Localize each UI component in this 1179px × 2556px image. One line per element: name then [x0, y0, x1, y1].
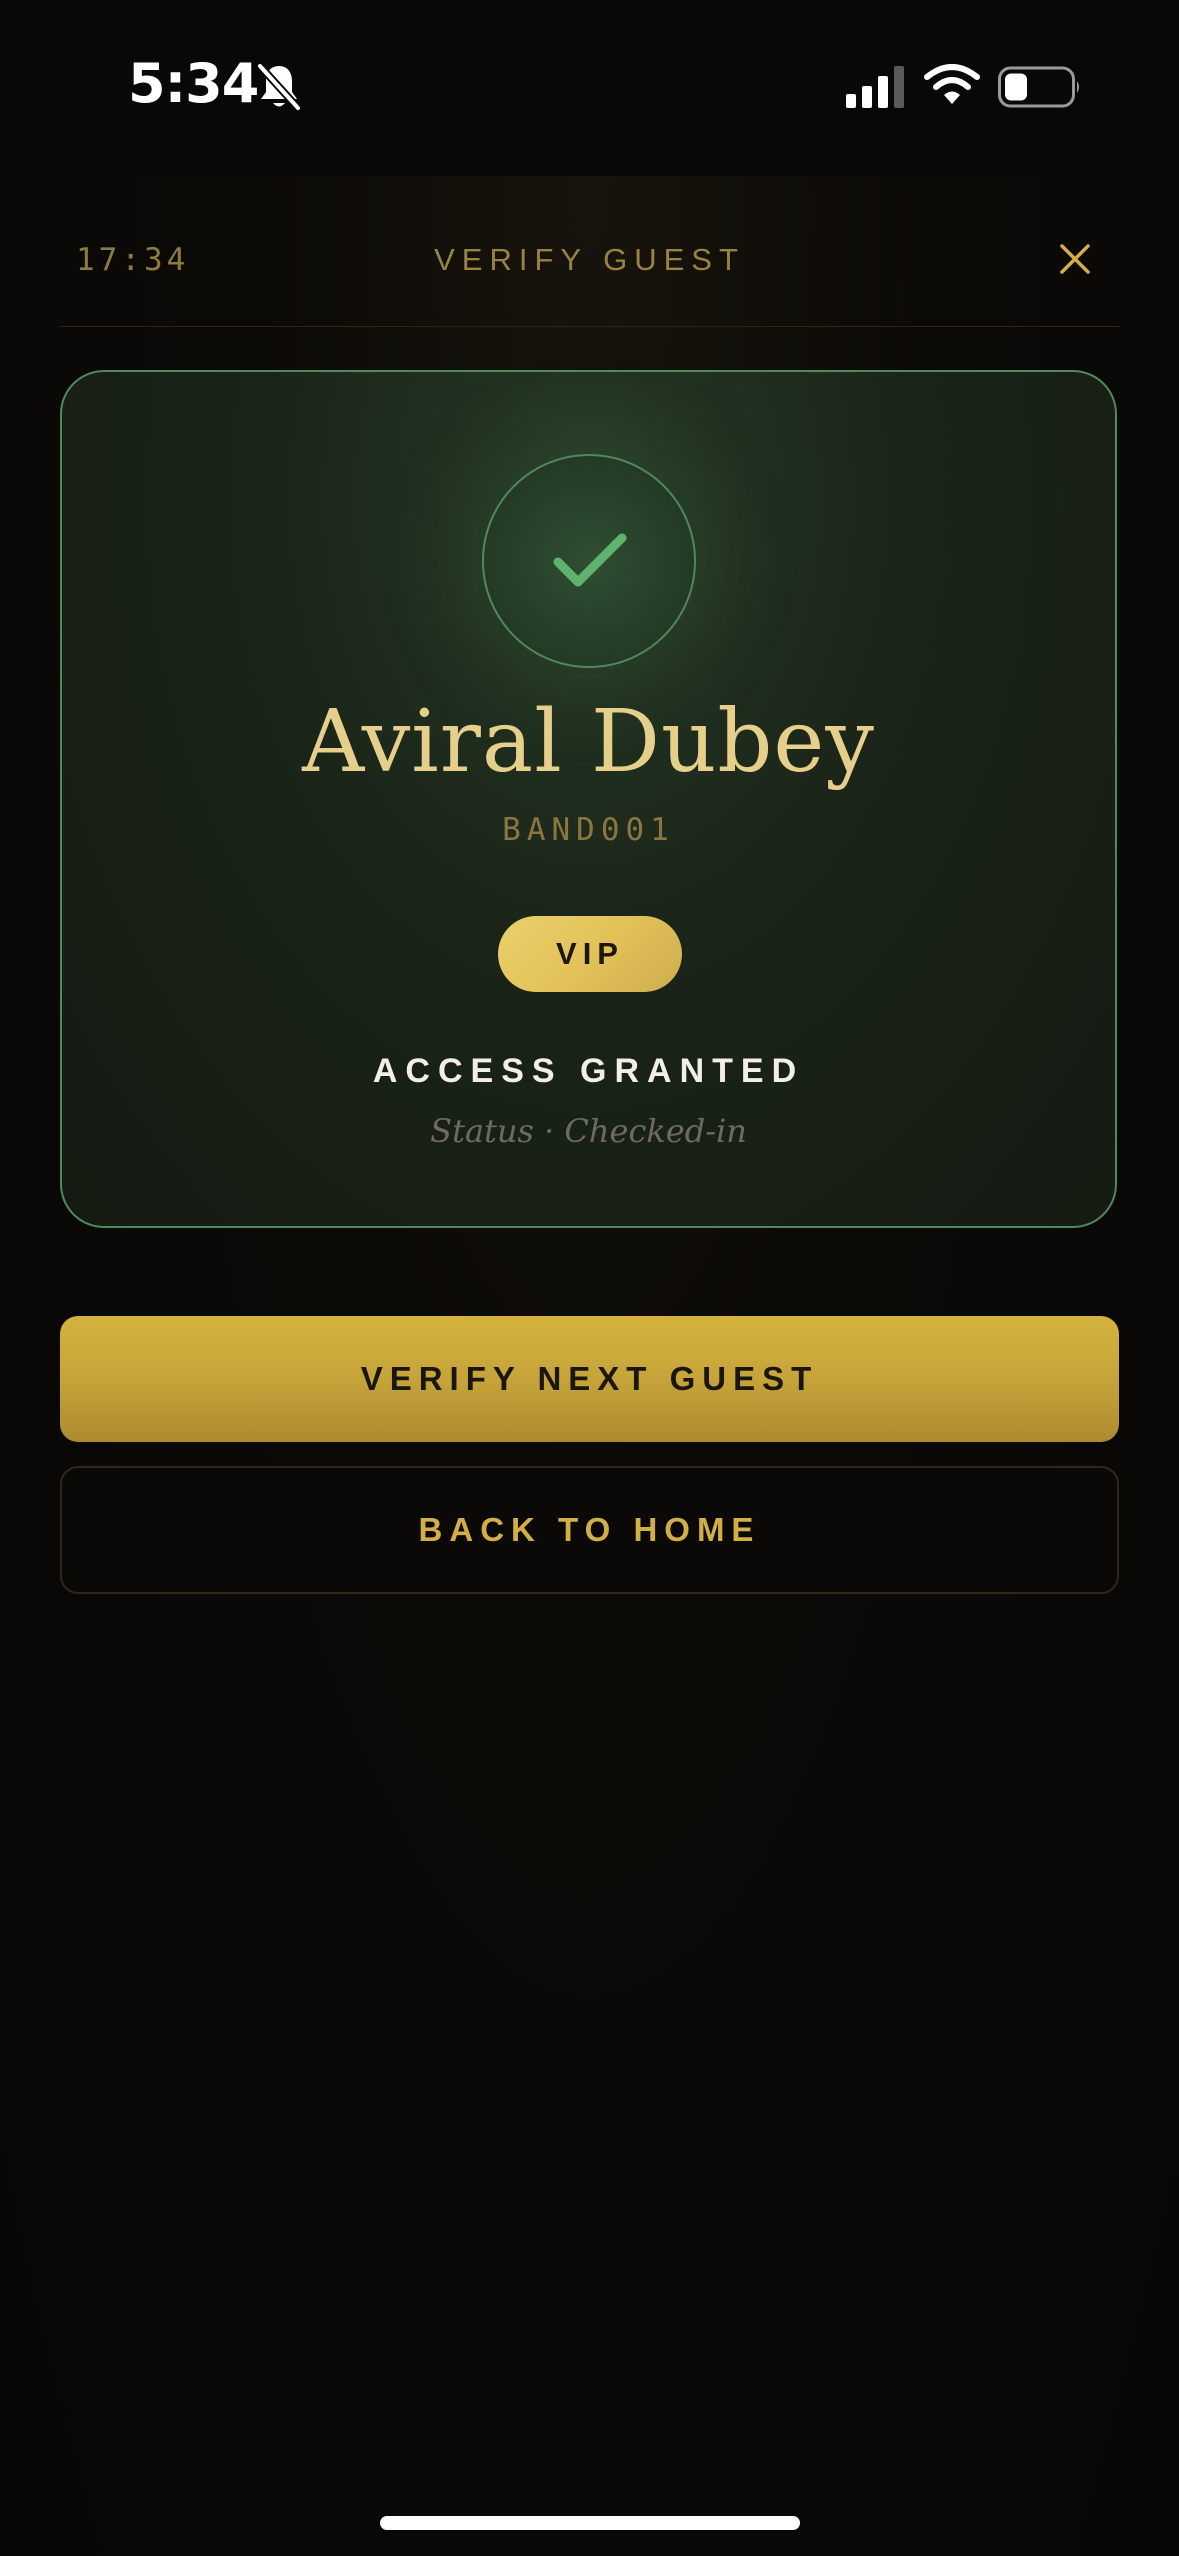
battery-icon	[998, 66, 1079, 108]
result-card: Aviral Dubey BAND001 VIP ACCESS GRANTED …	[60, 370, 1117, 1228]
status-bar: 5:34	[0, 0, 1179, 176]
close-icon[interactable]	[1050, 234, 1100, 284]
signal-icon	[846, 66, 904, 108]
guest-id: BAND001	[502, 812, 675, 848]
header: 17:34 VERIFY GUEST	[60, 176, 1119, 327]
home-indicator[interactable]	[380, 2516, 800, 2530]
success-badge	[482, 454, 696, 668]
back-to-home-button[interactable]: BACK TO HOME	[60, 1466, 1119, 1594]
status-time: 5:34	[128, 52, 259, 115]
verify-guest-screen: 17:34 VERIFY GUEST Aviral Dubey BAND001 …	[0, 176, 1179, 2556]
tier-badge: VIP	[498, 916, 682, 992]
wifi-icon	[924, 64, 980, 104]
page-title: VERIFY GUEST	[434, 242, 745, 277]
access-status: ACCESS GRANTED	[372, 1052, 805, 1090]
checkin-status: Status · Checked-in	[430, 1112, 747, 1150]
verify-next-guest-button[interactable]: VERIFY NEXT GUEST	[60, 1316, 1119, 1442]
guest-name: Aviral Dubey	[302, 692, 875, 792]
bell-off-icon	[257, 63, 301, 111]
check-icon	[553, 533, 627, 587]
